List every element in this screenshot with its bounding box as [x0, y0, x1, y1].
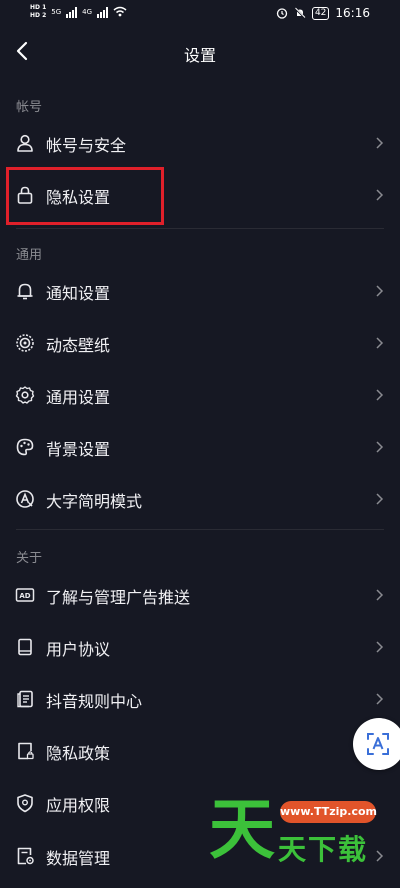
notification-settings-label: 通知设置 [46, 284, 111, 303]
mute-icon [294, 7, 306, 19]
large-font-mode-label: 大字简明模式 [46, 492, 143, 511]
watermark-text: 天下载 [278, 833, 369, 866]
app-permissions-label: 应用权限 [46, 796, 111, 815]
chevron-right-icon [376, 641, 384, 653]
user-agreement-label: 用户协议 [46, 640, 111, 659]
chevron-right-icon [376, 337, 384, 349]
book-icon [18, 638, 32, 656]
chevron-right-icon [376, 693, 384, 705]
chevron-right-icon [376, 493, 384, 505]
general-settings-label: 通用设置 [46, 388, 111, 407]
user-agreement-row[interactable]: 用户协议 [0, 621, 400, 673]
battery-icon: 42 [311, 6, 330, 20]
notification-settings-row[interactable]: 通知设置 [0, 265, 400, 317]
floating-assistant-button[interactable] [353, 718, 400, 770]
bell-icon [17, 283, 33, 300]
community-rules-row[interactable]: 抖音规则中心 [0, 673, 400, 725]
clock: 16:16 [335, 6, 370, 20]
network-type-1: 5G [51, 7, 62, 16]
data-settings-icon [17, 847, 34, 865]
privacy-policy-row[interactable]: 隐私政策 [0, 725, 400, 777]
ad-management-row[interactable]: AD 了解与管理广告推送 [0, 569, 400, 621]
section-account: 帐号 [16, 100, 43, 115]
page-title: 设置 [183, 46, 216, 65]
divider [16, 228, 384, 229]
gear-icon [15, 386, 35, 404]
ad-management-label: 了解与管理广告推送 [46, 588, 191, 607]
status-bar: HD 1 HD 2 5G 4G 42 16:16 [0, 0, 400, 30]
font-size-icon [16, 490, 34, 508]
hd2-indicator: HD 2 [30, 12, 47, 19]
signal-icon [66, 6, 78, 18]
data-management-label: 数据管理 [46, 849, 111, 868]
chevron-right-icon [376, 285, 384, 297]
nav-bar: 设置 [0, 30, 400, 74]
privacy-document-icon [18, 742, 34, 760]
section-about: 关于 [16, 551, 43, 566]
shield-location-icon [17, 794, 33, 813]
wallpaper-icon [16, 334, 34, 352]
watermark-logo: 天 [209, 791, 275, 862]
dynamic-wallpaper-row[interactable]: 动态壁纸 [0, 317, 400, 369]
divider [16, 529, 384, 530]
wifi-icon [113, 6, 127, 17]
chevron-right-icon [376, 389, 384, 401]
svg-text:天: 天 [209, 791, 275, 862]
account-security-row[interactable]: 帐号与安全 [0, 117, 400, 169]
privacy-policy-label: 隐私政策 [46, 744, 111, 763]
background-settings-label: 背景设置 [46, 440, 111, 459]
person-icon [17, 134, 33, 152]
account-security-label: 帐号与安全 [46, 136, 127, 155]
highlight-box [6, 167, 164, 225]
document-list-icon [17, 690, 33, 708]
watermark-site: www.TTzip.com [280, 801, 377, 823]
palette-icon [16, 438, 34, 456]
general-settings-row[interactable]: 通用设置 [0, 369, 400, 421]
hd1-indicator: HD 1 [30, 4, 47, 11]
dynamic-wallpaper-label: 动态壁纸 [46, 336, 111, 355]
large-font-mode-row[interactable]: 大字简明模式 [0, 473, 400, 525]
signal-icon-2 [97, 6, 109, 18]
chevron-right-icon [376, 137, 384, 149]
chevron-right-icon [376, 441, 384, 453]
background-settings-row[interactable]: 背景设置 [0, 421, 400, 473]
chevron-right-icon [376, 589, 384, 601]
chevron-right-icon [376, 189, 384, 201]
alarm-icon [276, 8, 288, 19]
ad-icon: AD [15, 588, 35, 602]
text-recognition-icon [367, 733, 389, 755]
section-general: 通用 [16, 248, 43, 263]
community-rules-label: 抖音规则中心 [46, 692, 143, 711]
svg-text:AD: AD [19, 592, 30, 600]
network-type-2: 4G [82, 7, 93, 16]
chevron-right-icon [376, 850, 384, 862]
